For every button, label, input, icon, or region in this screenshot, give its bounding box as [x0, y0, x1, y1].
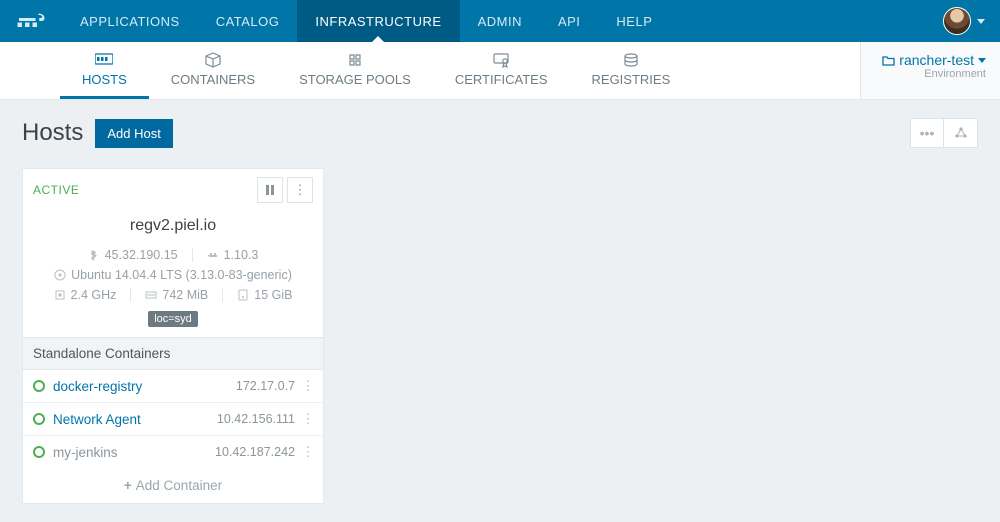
subnav-containers[interactable]: CONTAINERS: [149, 42, 277, 99]
nav-applications[interactable]: APPLICATIONS: [62, 0, 198, 42]
container-row: my-jenkins 10.42.187.242 ⋮: [23, 436, 323, 468]
subnav-label: REGISTRIES: [592, 72, 671, 87]
nav-infrastructure[interactable]: INFRASTRUCTURE: [297, 0, 459, 42]
add-container-label: Add Container: [136, 478, 222, 493]
environment-switcher[interactable]: rancher-test Environment: [860, 42, 1000, 100]
chevron-down-icon: [977, 19, 985, 24]
stat-disk: 15 GiB: [222, 288, 306, 302]
container-menu[interactable]: ⋮: [299, 444, 317, 460]
nav-catalog[interactable]: CATALOG: [198, 0, 298, 42]
storage-icon: [346, 50, 364, 70]
nav-api[interactable]: API: [540, 0, 598, 42]
page-title: Hosts: [22, 119, 83, 147]
pause-button[interactable]: [257, 177, 283, 203]
folder-icon: [882, 55, 895, 66]
environment-name: rancher-test: [899, 52, 974, 68]
subnav-hosts[interactable]: HOSTS: [60, 42, 149, 99]
avatar: [943, 7, 971, 35]
subnav-label: STORAGE POOLS: [299, 72, 411, 87]
user-menu[interactable]: [928, 0, 1000, 42]
plus-icon: +: [124, 478, 132, 493]
bulk-actions-button[interactable]: •••: [910, 118, 944, 148]
container-name: my-jenkins: [53, 445, 215, 460]
registry-icon: [622, 50, 640, 70]
stat-mem: 742 MiB: [130, 288, 222, 302]
container-list: docker-registry 172.17.0.7 ⋮ Network Age…: [23, 370, 323, 468]
container-ip: 10.42.187.242: [215, 445, 295, 459]
host-menu-button[interactable]: ⋮: [287, 177, 313, 203]
containers-header: Standalone Containers: [23, 337, 323, 370]
container-icon: [204, 50, 222, 70]
container-link[interactable]: Network Agent: [53, 412, 217, 427]
container-row: Network Agent 10.42.156.111 ⋮: [23, 403, 323, 436]
view-toggle-button[interactable]: [944, 118, 978, 148]
subnav-label: CONTAINERS: [171, 72, 255, 87]
stat-ip: 45.32.190.15: [74, 248, 192, 262]
subnav-registries[interactable]: REGISTRIES: [570, 42, 693, 99]
container-ip: 172.17.0.7: [236, 379, 295, 393]
nav-admin[interactable]: ADMIN: [460, 0, 540, 42]
status-running-icon: [33, 413, 45, 425]
certificate-icon: [492, 50, 510, 70]
page-header: Hosts Add Host •••: [22, 118, 978, 148]
host-status: ACTIVE: [33, 183, 79, 197]
add-host-button[interactable]: Add Host: [95, 119, 172, 148]
host-icon: [95, 50, 113, 70]
rancher-logo[interactable]: [0, 0, 62, 42]
infra-sub-nav: HOSTS CONTAINERS STORAGE POOLS CERTIFICA…: [0, 42, 860, 100]
status-running-icon: [33, 380, 45, 392]
host-card: ACTIVE ⋮ regv2.piel.io 45.32.190.15 1.10…: [22, 168, 324, 504]
container-link[interactable]: docker-registry: [53, 379, 236, 394]
container-ip: 10.42.156.111: [217, 412, 295, 426]
subnav-label: CERTIFICATES: [455, 72, 548, 87]
stat-os: Ubuntu 14.04.4 LTS (3.13.0-83-generic): [40, 268, 306, 282]
add-container-button[interactable]: + Add Container: [23, 468, 323, 503]
container-menu[interactable]: ⋮: [299, 378, 317, 394]
stat-docker: 1.10.3: [192, 248, 273, 262]
subnav-storage-pools[interactable]: STORAGE POOLS: [277, 42, 433, 99]
subnav-certificates[interactable]: CERTIFICATES: [433, 42, 570, 99]
environment-label: Environment: [875, 68, 986, 80]
subnav-label: HOSTS: [82, 72, 127, 87]
chevron-down-icon: [978, 58, 986, 63]
stat-cpu: 2.4 GHz: [40, 288, 131, 302]
container-row: docker-registry 172.17.0.7 ⋮: [23, 370, 323, 403]
top-nav: APPLICATIONS CATALOG INFRASTRUCTURE ADMI…: [0, 0, 1000, 42]
host-tag: loc=syd: [148, 311, 198, 327]
host-name: regv2.piel.io: [23, 211, 323, 245]
status-running-icon: [33, 446, 45, 458]
container-menu[interactable]: ⋮: [299, 411, 317, 427]
nav-help[interactable]: HELP: [598, 0, 670, 42]
